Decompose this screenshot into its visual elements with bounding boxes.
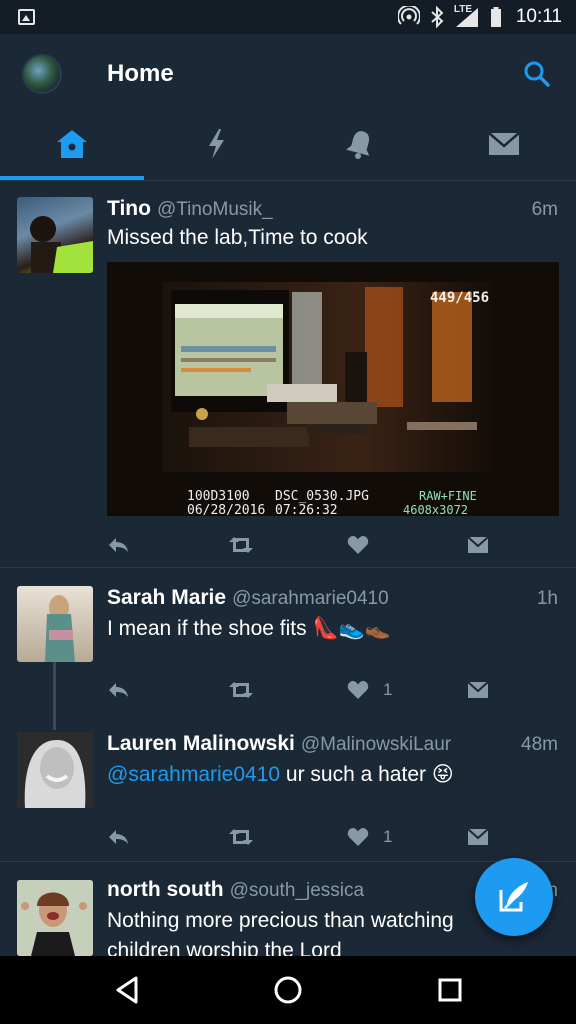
reply-button[interactable] [107, 532, 129, 558]
reply-button[interactable] [107, 824, 129, 850]
tab-messages[interactable] [432, 108, 576, 180]
retweet-icon [229, 682, 253, 698]
app-bar: Home [0, 34, 576, 180]
home-circle-icon[interactable] [271, 973, 305, 1007]
back-icon[interactable] [110, 973, 144, 1007]
recents-icon[interactable] [433, 973, 467, 1007]
like-button[interactable]: 1 [347, 677, 392, 703]
like-button[interactable] [347, 532, 369, 558]
network-type-label: LTE [453, 4, 473, 15]
tweet-handle: @TinoMusik_ [156, 199, 273, 220]
camera-file: DSC_0530.JPG [275, 489, 369, 504]
camera-date: 06/28/2016 [187, 503, 265, 516]
mail-icon [488, 132, 520, 155]
tweet-actions: 1 [107, 677, 491, 703]
like-button[interactable]: 1 [347, 824, 392, 850]
dm-button[interactable] [467, 677, 489, 703]
compose-tweet-button[interactable] [475, 858, 553, 936]
tweet-time: 1h [536, 588, 558, 609]
tweet-tino[interactable]: Tino @TinoMusik_ 6m Missed the lab,Time t… [0, 181, 576, 567]
mail-icon [467, 536, 489, 553]
tweet-lauren[interactable]: Lauren Malinowski @MalinowskiLaur 48m @sa… [0, 716, 576, 860]
tweet-time: 6m [531, 199, 558, 220]
tweet-author[interactable]: Lauren Malinowski @MalinowskiLaur [107, 732, 451, 756]
tab-notifications[interactable] [288, 108, 432, 180]
tweet-emoji: 👠👟👞 [312, 617, 391, 640]
reply-icon [109, 830, 128, 844]
tab-moments[interactable] [144, 108, 288, 180]
avatar[interactable] [17, 732, 93, 808]
avatar[interactable] [17, 586, 93, 662]
retweet-icon [229, 829, 253, 845]
reply-icon [109, 683, 128, 697]
retweet-button[interactable] [227, 532, 255, 558]
tweet-actions: 1 [107, 824, 491, 850]
status-bar: LTE 10:11 [0, 0, 576, 34]
like-count: 1 [383, 827, 393, 846]
page-title: Home [107, 60, 174, 87]
bluetooth-icon [431, 6, 444, 28]
dm-button[interactable] [467, 824, 489, 850]
tweet-text: @sarahmarie0410 ur such a hater 😝 [107, 763, 454, 786]
battery-icon [490, 7, 501, 27]
tweet-emoji: 😝 [431, 763, 454, 786]
tweet-actions [107, 532, 491, 558]
bell-icon [346, 131, 370, 159]
mail-icon [467, 828, 489, 845]
retweet-button[interactable] [227, 824, 255, 850]
like-count: 1 [383, 680, 393, 699]
tweet-author[interactable]: Sarah Marie @sarahmarie0410 [107, 586, 389, 610]
tweet-media[interactable]: 449/456 100D3100 DSC_0530.JPG 06/28/2016… [107, 262, 559, 516]
system-nav-bar [0, 956, 576, 1024]
home-icon [57, 130, 87, 158]
tweet-author[interactable]: north south @south_jessica [107, 878, 364, 902]
tweet-text: I mean if the shoe fits 👠👟👞 [107, 617, 391, 640]
reply-icon [109, 538, 128, 552]
camera-counter: 449/456 [430, 290, 489, 306]
dm-button[interactable] [467, 532, 489, 558]
mail-icon [467, 681, 489, 698]
lightning-icon [209, 129, 224, 159]
heart-icon [347, 536, 369, 554]
camera-clock: 07:26:32 [275, 503, 338, 516]
search-icon[interactable] [521, 58, 553, 90]
retweet-icon [229, 537, 253, 553]
status-icons: LTE 10:11 [397, 0, 562, 34]
cell-signal-icon: LTE [453, 4, 480, 28]
heart-icon [347, 681, 369, 699]
compose-icon [499, 882, 528, 912]
avatar[interactable] [17, 197, 93, 273]
avatar[interactable] [17, 880, 93, 956]
mention-link[interactable]: @sarahmarie0410 [107, 763, 280, 786]
tweet-text: Nothing more precious than watching chil… [107, 909, 454, 956]
retweet-button[interactable] [227, 677, 255, 703]
clock: 10:11 [515, 6, 562, 27]
image-notification-icon [18, 9, 35, 25]
tweet-handle: @MalinowskiLaur [300, 734, 452, 755]
camera-size: 4608x3072 [403, 503, 468, 516]
heart-icon [347, 828, 369, 846]
tweet-sarah[interactable]: Sarah Marie @sarahmarie0410 1h I mean if … [0, 568, 576, 716]
camera-quality: RAW+FINE [419, 489, 477, 503]
tab-home[interactable] [0, 108, 144, 180]
tweet-handle: @south_jessica [229, 880, 365, 901]
tweet-author[interactable]: Tino @TinoMusik_ [107, 197, 273, 221]
reply-button[interactable] [107, 677, 129, 703]
profile-avatar[interactable] [22, 54, 62, 94]
hotspot-icon [397, 6, 420, 25]
tab-bar [0, 108, 576, 180]
tweet-time: 48m [521, 734, 558, 755]
camera-folder: 100D3100 [187, 489, 250, 504]
tweet-text: Missed the lab,Time to cook [107, 226, 368, 249]
tweet-handle: @sarahmarie0410 [232, 588, 389, 609]
